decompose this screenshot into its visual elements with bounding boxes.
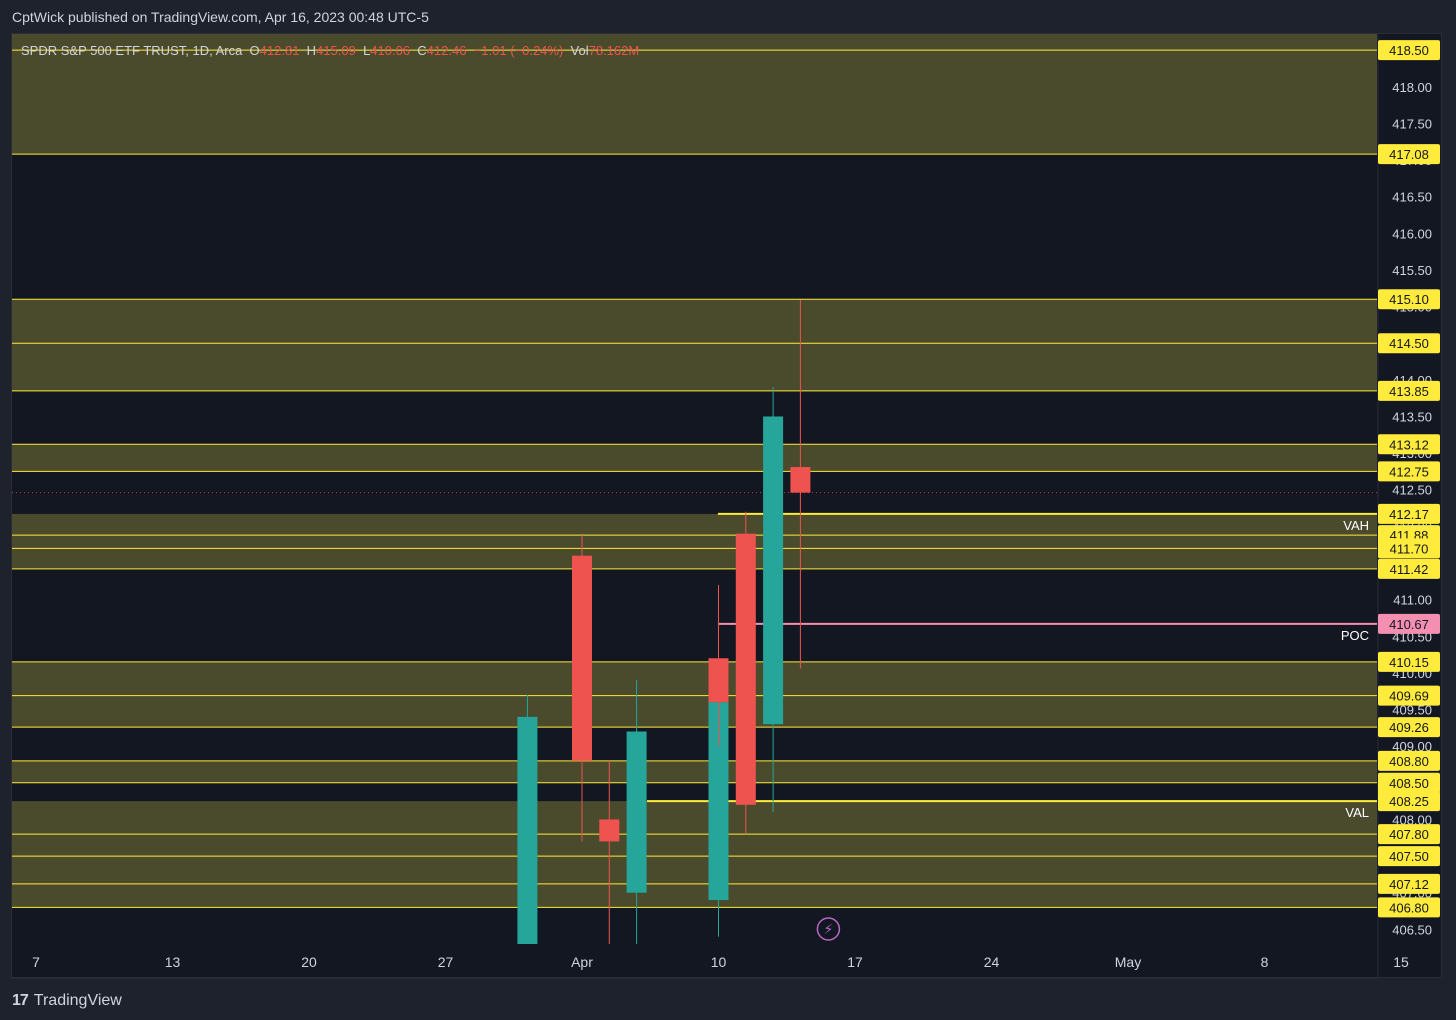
x-tick-label: 24: [984, 954, 1000, 970]
level-badge-label: 407.50: [1389, 849, 1429, 864]
legend-c-value: 412.46: [427, 43, 474, 58]
legend-l-value: 410.06: [370, 43, 417, 58]
x-tick-label: 13: [165, 954, 181, 970]
x-tick-label: 7: [32, 954, 40, 970]
legend-change: −1.01 (−0.24%): [474, 43, 571, 58]
candle-body: [599, 819, 620, 842]
y-tick-label: 412.50: [1392, 483, 1432, 498]
level-badge-label: 408.50: [1389, 776, 1429, 791]
level-badge-label: 407.80: [1389, 827, 1429, 842]
legend-symbol: SPDR S&P 500 ETF TRUST, 1D, Arca: [21, 43, 250, 58]
candle-body: [708, 658, 729, 703]
price-zone: [12, 760, 1377, 783]
x-tick-label: 20: [301, 954, 317, 970]
candle-body: [763, 416, 784, 725]
level-badge-label: 415.10: [1389, 292, 1429, 307]
x-tick-label: 15: [1393, 954, 1409, 970]
candle-body: [572, 555, 592, 761]
lightning-glyph: ⚡: [823, 922, 833, 938]
x-tick-label: May: [1115, 954, 1141, 970]
level-badge-label: 413.12: [1389, 437, 1429, 452]
legend-vol-value: 78.162M: [589, 43, 640, 58]
x-tick-label: 10: [711, 954, 727, 970]
x-tick-label: Apr: [571, 954, 593, 970]
brand-label: TradingView: [33, 992, 122, 1009]
zones-layer: [12, 34, 1377, 908]
level-badge-label: 410.15: [1389, 655, 1429, 670]
y-tick-label: 413.50: [1392, 409, 1432, 424]
level-badge-label: 406.80: [1389, 900, 1429, 915]
profile-label-val: VAL: [1345, 805, 1369, 820]
profile-label-vah: VAH: [1343, 518, 1369, 533]
legend-o-label: O: [250, 43, 260, 58]
level-badge-label: 417.08: [1389, 147, 1429, 162]
y-tick-label: 416.00: [1392, 226, 1432, 241]
level-badge-label: 411.70: [1390, 541, 1429, 556]
level-badge-label: 407.12: [1389, 877, 1429, 892]
legend-o-value: 412.81: [260, 43, 307, 58]
ohlc-legend: SPDR S&P 500 ETF TRUST, 1D, Arca O412.81…: [21, 43, 639, 58]
tradingview-footer[interactable]: 17 TradingView: [12, 992, 122, 1010]
candle-body: [517, 716, 538, 944]
price-zone: [12, 661, 1377, 728]
price-zone: [12, 444, 1377, 472]
level-badge-label: 408.80: [1389, 754, 1429, 769]
price-chart[interactable]: VAHPOCVAL⚡USD406.50407.00407.50408.00408…: [0, 0, 1456, 1020]
candle-body: [626, 731, 647, 893]
level-badge-label: 410.67: [1389, 617, 1429, 632]
level-badge-label: 411.42: [1390, 562, 1429, 577]
legend-l-label: L: [363, 43, 370, 58]
price-zone: [12, 513, 1377, 569]
y-tick-label: 415.50: [1392, 263, 1432, 278]
x-tick-label: 17: [847, 954, 863, 970]
legend-h-label: H: [307, 43, 316, 58]
tradingview-logo-icon: 17: [12, 992, 29, 1009]
level-badge-label: 412.17: [1389, 507, 1429, 522]
x-tick-label: 27: [438, 954, 454, 970]
price-zone: [12, 801, 1377, 908]
y-tick-label: 418.00: [1392, 80, 1432, 95]
x-tick-label: 8: [1261, 954, 1269, 970]
level-badge-label: 408.25: [1389, 794, 1429, 809]
y-tick-label: 411.00: [1393, 593, 1432, 608]
y-tick-label: 406.50: [1392, 922, 1432, 937]
legend-c-label: C: [417, 43, 426, 58]
level-badge-label: 414.50: [1389, 336, 1429, 351]
legend-vol-label: Vol: [571, 43, 589, 58]
legend-h-value: 415.09: [316, 43, 363, 58]
level-badge-label: 418.50: [1389, 43, 1429, 58]
level-badge-label: 409.26: [1389, 720, 1429, 735]
candle-body: [790, 467, 811, 493]
candle-body: [735, 533, 756, 805]
price-zone: [12, 299, 1377, 391]
level-badge-label: 412.75: [1389, 464, 1429, 479]
y-tick-label: 417.50: [1392, 116, 1432, 131]
profile-label-poc: POC: [1341, 628, 1369, 643]
level-badge-label: 409.69: [1389, 689, 1429, 704]
y-tick-label: 416.50: [1392, 190, 1432, 205]
level-badge-label: 413.85: [1389, 384, 1429, 399]
